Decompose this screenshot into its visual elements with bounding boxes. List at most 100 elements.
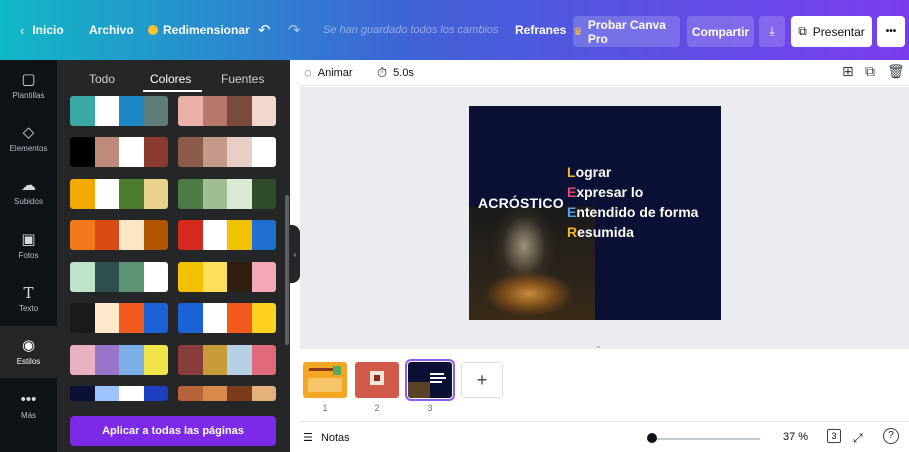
color-swatch[interactable]	[251, 137, 276, 167]
color-swatch[interactable]	[178, 262, 203, 292]
color-swatch[interactable]	[251, 179, 276, 209]
color-swatch[interactable]	[143, 220, 168, 250]
color-palette[interactable]	[70, 345, 168, 375]
add-page-button[interactable]: +	[461, 362, 503, 398]
color-swatch[interactable]	[251, 386, 276, 401]
back-home-button[interactable]: ‹ Inicio	[20, 0, 64, 60]
color-palette[interactable]	[70, 137, 168, 167]
more-options-button[interactable]: •••	[877, 16, 905, 47]
redo-icon[interactable]: ↷	[288, 0, 301, 60]
color-swatch[interactable]	[178, 220, 203, 250]
add-page-icon[interactable]: ⊞	[842, 63, 854, 80]
color-palette[interactable]	[178, 96, 276, 126]
try-pro-button[interactable]: ♛ Probar Canva Pro	[573, 16, 680, 47]
color-swatch[interactable]	[227, 179, 252, 209]
color-palette[interactable]	[70, 96, 168, 126]
color-swatch[interactable]	[202, 262, 227, 292]
canvas-horizontal-scrollbar[interactable]	[300, 339, 909, 349]
color-swatch[interactable]	[94, 179, 119, 209]
rail-item-more[interactable]: ••• Más	[0, 380, 57, 432]
color-palette[interactable]	[178, 220, 276, 250]
rail-item-photos[interactable]: ▣ Fotos	[0, 220, 57, 272]
collapse-panel-button[interactable]: ‹	[290, 225, 300, 283]
help-button[interactable]: ?	[883, 428, 899, 444]
color-swatch[interactable]	[143, 96, 168, 126]
color-swatch[interactable]	[251, 262, 276, 292]
color-swatch[interactable]	[70, 262, 95, 292]
color-swatch[interactable]	[227, 386, 252, 401]
color-swatch[interactable]	[143, 345, 168, 375]
color-swatch[interactable]	[202, 96, 227, 126]
color-swatch[interactable]	[70, 386, 95, 401]
color-swatch[interactable]	[119, 262, 144, 292]
color-swatch[interactable]	[94, 220, 119, 250]
color-palette[interactable]	[70, 262, 168, 292]
color-swatch[interactable]	[178, 179, 203, 209]
color-swatch[interactable]	[70, 137, 95, 167]
color-swatch[interactable]	[70, 220, 95, 250]
rail-item-templates[interactable]: ▢ Plantillas	[0, 60, 57, 112]
color-swatch[interactable]	[251, 96, 276, 126]
zoom-slider-track[interactable]	[650, 438, 760, 440]
color-swatch[interactable]	[202, 386, 227, 401]
color-swatch[interactable]	[143, 303, 168, 333]
color-swatch[interactable]	[178, 345, 203, 375]
rail-item-text[interactable]: T Texto	[0, 273, 57, 325]
color-swatch[interactable]	[143, 262, 168, 292]
present-button[interactable]: ⧉ Presentar	[791, 16, 872, 47]
color-swatch[interactable]	[94, 262, 119, 292]
color-swatch[interactable]	[227, 303, 252, 333]
rail-item-uploads[interactable]: ☁ Subidos	[0, 166, 57, 218]
color-swatch[interactable]	[94, 386, 119, 401]
color-swatch[interactable]	[202, 137, 227, 167]
tab-all[interactable]: Todo	[89, 72, 115, 86]
fullscreen-icon[interactable]: ⤢	[853, 431, 863, 446]
apply-all-pages-button[interactable]: Aplicar a todas las páginas	[70, 416, 276, 446]
color-swatch[interactable]	[119, 386, 144, 401]
color-swatch[interactable]	[94, 303, 119, 333]
color-swatch[interactable]	[70, 303, 95, 333]
color-swatch[interactable]	[202, 303, 227, 333]
color-swatch[interactable]	[227, 137, 252, 167]
color-palette[interactable]	[70, 179, 168, 209]
file-menu-button[interactable]: Archivo	[89, 0, 134, 60]
color-swatch[interactable]	[227, 262, 252, 292]
animate-button[interactable]: ◌ Animar	[304, 65, 353, 80]
resize-button[interactable]: Redimensionar	[148, 0, 250, 60]
zoom-slider-handle[interactable]	[647, 433, 657, 443]
color-swatch[interactable]	[119, 220, 144, 250]
color-swatch[interactable]	[119, 179, 144, 209]
color-swatch[interactable]	[119, 137, 144, 167]
color-palette[interactable]	[178, 303, 276, 333]
tab-fonts[interactable]: Fuentes	[221, 72, 264, 86]
color-palette[interactable]	[178, 137, 276, 167]
download-icon[interactable]: ⤓	[759, 16, 785, 47]
color-swatch[interactable]	[70, 179, 95, 209]
color-palette[interactable]	[178, 386, 276, 401]
color-swatch[interactable]	[178, 137, 203, 167]
color-swatch[interactable]	[94, 137, 119, 167]
duration-button[interactable]: ⏱ 5.0s	[377, 65, 414, 81]
zoom-level[interactable]: 37 %	[783, 431, 808, 443]
acrostic-text[interactable]: Lograr Expresar lo Entendido de forma Re…	[567, 162, 698, 242]
color-swatch[interactable]	[119, 96, 144, 126]
color-palette[interactable]	[70, 386, 168, 401]
color-swatch[interactable]	[143, 386, 168, 401]
color-palette[interactable]	[178, 262, 276, 292]
tab-colors[interactable]: Colores	[150, 72, 191, 86]
page-thumbnail-2[interactable]	[355, 362, 399, 398]
color-swatch[interactable]	[227, 220, 252, 250]
color-swatch[interactable]	[178, 96, 203, 126]
color-swatch[interactable]	[227, 345, 252, 375]
color-swatch[interactable]	[178, 386, 203, 401]
color-palette[interactable]	[178, 345, 276, 375]
color-palette[interactable]	[70, 303, 168, 333]
color-swatch[interactable]	[178, 303, 203, 333]
duplicate-page-icon[interactable]: ⧉	[865, 63, 875, 80]
color-swatch[interactable]	[227, 96, 252, 126]
share-button[interactable]: Compartir	[687, 16, 754, 47]
undo-icon[interactable]: ↶	[258, 0, 271, 60]
page-thumbnail-3[interactable]	[405, 359, 455, 401]
color-swatch[interactable]	[202, 220, 227, 250]
color-swatch[interactable]	[70, 96, 95, 126]
